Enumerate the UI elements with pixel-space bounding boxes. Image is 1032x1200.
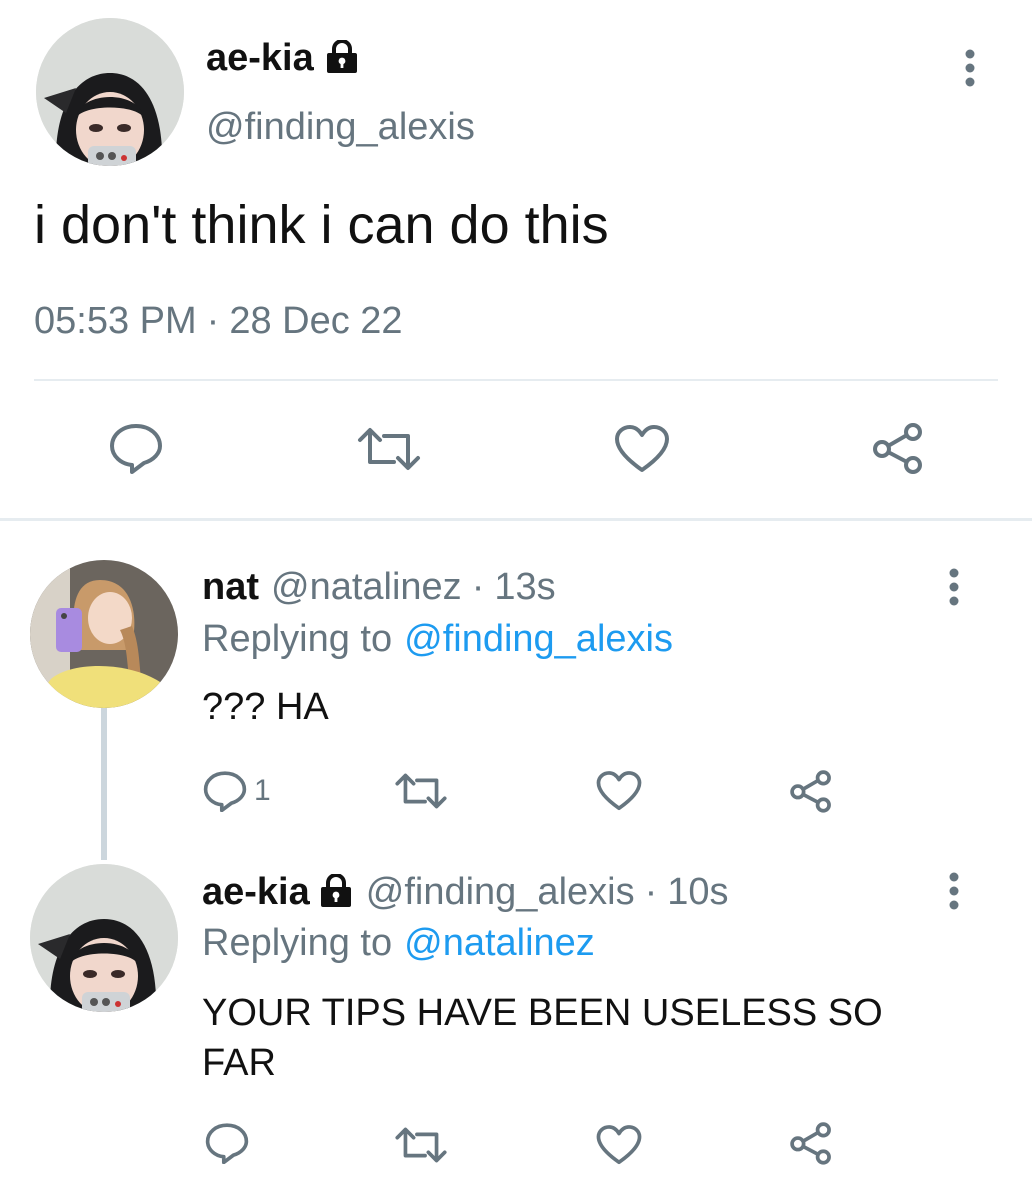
more-options-icon[interactable] bbox=[942, 871, 966, 911]
main-tweet-handle[interactable]: @finding_alexis bbox=[206, 106, 475, 149]
tweet-time: 05:53 PM bbox=[34, 300, 197, 342]
display-name[interactable]: nat bbox=[202, 566, 259, 609]
lock-icon bbox=[324, 40, 360, 74]
reply-action[interactable]: 1 bbox=[202, 770, 271, 812]
avatar-image bbox=[30, 864, 178, 1012]
reply-age: 13s bbox=[494, 566, 556, 608]
handle[interactable]: @finding_alexis bbox=[366, 871, 635, 914]
main-tweet-text: i don't think i can do this bbox=[34, 195, 609, 255]
like-icon[interactable] bbox=[614, 424, 670, 474]
display-name[interactable]: ae-kia bbox=[202, 871, 310, 914]
retweet-icon[interactable] bbox=[356, 426, 422, 472]
reply-text: ??? HA bbox=[202, 686, 329, 728]
reply-icon[interactable] bbox=[108, 422, 164, 474]
replying-to-line: Replying to @finding_alexis bbox=[202, 618, 673, 661]
reply-avatar-nat[interactable] bbox=[30, 560, 178, 708]
reply-icon[interactable] bbox=[204, 1122, 250, 1164]
replying-prefix: Replying to bbox=[202, 922, 393, 964]
retweet-icon[interactable] bbox=[394, 1126, 448, 1164]
tweet-date: 28 Dec 22 bbox=[229, 300, 403, 342]
main-tweet-meta: 05:53 PM · 28 Dec 22 bbox=[34, 300, 403, 343]
main-tweet-header: ae-kia bbox=[206, 36, 360, 80]
reply-count: 1 bbox=[254, 774, 271, 807]
reply-avatar-ae-kia[interactable] bbox=[30, 864, 178, 1012]
display-name[interactable]: ae-kia bbox=[206, 37, 314, 80]
like-icon[interactable] bbox=[596, 770, 642, 812]
reply-2-header: ae-kia @finding_alexis · 10s bbox=[202, 870, 729, 914]
share-icon[interactable] bbox=[788, 1120, 834, 1166]
reply-age: 10s bbox=[667, 871, 729, 913]
replying-prefix: Replying to bbox=[202, 618, 393, 660]
reply-text-line: FAR bbox=[202, 1042, 276, 1084]
share-icon[interactable] bbox=[788, 768, 834, 814]
section-divider bbox=[0, 518, 1032, 521]
avatar-image bbox=[36, 18, 184, 166]
more-options-icon[interactable] bbox=[942, 567, 966, 607]
more-options-icon[interactable] bbox=[958, 48, 982, 88]
retweet-icon[interactable] bbox=[394, 772, 448, 810]
reply-1-header: nat @natalinez · 13s bbox=[202, 566, 556, 609]
main-tweet-avatar[interactable] bbox=[36, 18, 184, 166]
handle[interactable]: @natalinez bbox=[271, 566, 462, 609]
replying-to-line: Replying to @natalinez bbox=[202, 922, 595, 965]
like-icon[interactable] bbox=[596, 1124, 642, 1166]
meta-separator: · bbox=[206, 300, 220, 342]
lock-icon bbox=[318, 874, 354, 908]
divider bbox=[34, 379, 998, 381]
replying-to-link[interactable]: @finding_alexis bbox=[404, 618, 673, 661]
replying-to-link[interactable]: @natalinez bbox=[404, 922, 595, 965]
meta-separator: · bbox=[471, 566, 485, 608]
reply-text-line: YOUR TIPS HAVE BEEN USELESS SO bbox=[202, 992, 883, 1034]
thread-line bbox=[101, 708, 107, 860]
reply-icon[interactable] bbox=[202, 770, 248, 812]
share-icon[interactable] bbox=[870, 420, 926, 476]
avatar-image bbox=[30, 560, 178, 708]
reply-text: YOUR TIPS HAVE BEEN USELESS SO FAR bbox=[202, 988, 883, 1088]
meta-separator: · bbox=[644, 871, 658, 913]
